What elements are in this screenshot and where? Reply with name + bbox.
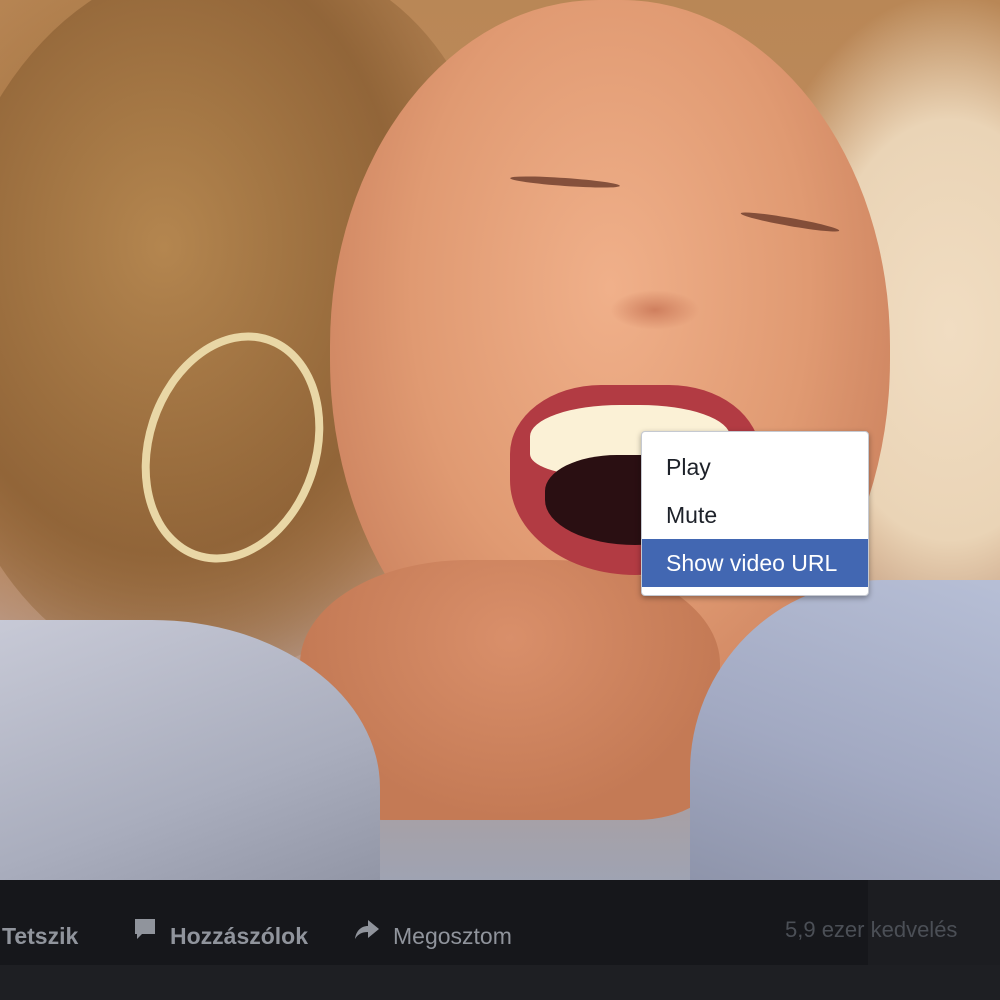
likes-count[interactable]: 5,9 ezer kedvelés — [785, 880, 957, 965]
menu-item-mute[interactable]: Mute — [642, 491, 868, 539]
comment-button[interactable]: Hozzászólok — [132, 880, 308, 965]
video-player[interactable]: Play Mute Show video URL Tetszik Hozzász… — [0, 0, 1000, 1000]
share-label: Megosztom — [393, 923, 512, 949]
menu-item-play[interactable]: Play — [642, 443, 868, 491]
bottom-strip — [0, 965, 1000, 1000]
like-button[interactable]: Tetszik — [2, 880, 78, 965]
menu-item-show-video-url[interactable]: Show video URL — [642, 539, 868, 587]
share-button[interactable]: Megosztom — [353, 880, 512, 965]
video-context-menu: Play Mute Show video URL — [641, 431, 869, 596]
like-label: Tetszik — [2, 923, 79, 949]
action-bar: Tetszik Hozzászólok Megosztom 5,9 ezer k… — [0, 880, 1000, 965]
comment-label: Hozzászólok — [170, 923, 309, 949]
video-content-nose — [610, 290, 700, 330]
